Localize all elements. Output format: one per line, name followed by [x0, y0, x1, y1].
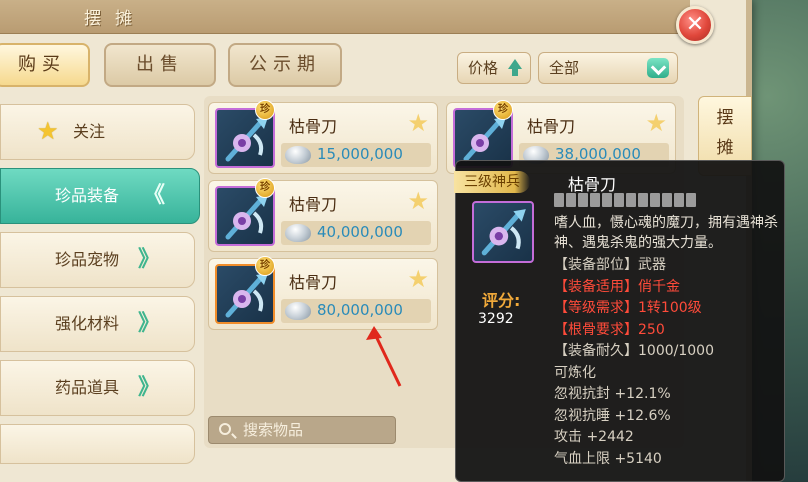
- window-title: 摆摊: [84, 9, 146, 29]
- sword-icon: [225, 273, 268, 318]
- star-icon[interactable]: ★: [645, 109, 667, 137]
- chevron-right-icon: 》: [137, 247, 160, 272]
- arrow-up-icon: [508, 59, 522, 76]
- item-name: 枯骨刀: [289, 273, 338, 292]
- tooltip-attribute-line: 可炼化: [554, 364, 596, 381]
- chevron-right-icon: 》: [137, 375, 160, 400]
- price-box: 15,000,000: [281, 143, 431, 167]
- item-card[interactable]: 珍 枯骨刀 ★ 80,000,000: [208, 256, 438, 330]
- category-item-rare-equipment[interactable]: 珍品装备 《: [0, 168, 200, 224]
- sword-icon: [481, 209, 526, 256]
- category-label: 药品道具: [55, 378, 120, 397]
- tooltip-attribute-line: 【装备适用】俏千金: [554, 278, 680, 295]
- chevron-down-icon: [647, 58, 669, 78]
- category-label: 珍品装备: [55, 186, 120, 205]
- close-button[interactable]: ✕: [676, 6, 714, 44]
- category-item-enhance-materials[interactable]: 强化材料 》: [0, 296, 195, 352]
- category-label: 关注: [73, 122, 106, 141]
- rare-badge: 珍: [255, 256, 275, 276]
- star-icon[interactable]: ★: [407, 187, 429, 215]
- tooltip-item-icon: [472, 201, 534, 263]
- item-tooltip: 三级神兵 枯骨刀 评分: 3292 嗜人血，慑心魂的魔刀，拥有遇神杀神、遇鬼杀鬼…: [454, 160, 785, 482]
- item-name: 枯骨刀: [527, 117, 576, 136]
- filter-value: 全部: [549, 59, 580, 77]
- tooltip-attribute-line: 【装备部位】武器: [554, 257, 666, 273]
- tooltip-details: 嗜人血，慑心魂的魔刀，拥有遇神杀神、遇鬼杀鬼的强大力量。 【装备部位】武器 【装备…: [554, 193, 780, 470]
- sort-label: 价格: [468, 59, 499, 77]
- tooltip-attribute-line: 【等级需求】1转100级: [554, 300, 702, 316]
- item-description: 嗜人血，慑心魂的魔刀，拥有遇神杀神、遇鬼杀鬼的强大力量。: [554, 215, 778, 251]
- tooltip-attribute-line: 攻击 +2442: [554, 429, 634, 445]
- tab-sell[interactable]: 出售: [104, 43, 216, 87]
- silver-ingot-icon: [285, 146, 311, 164]
- score-value: 3292: [478, 311, 514, 327]
- item-name: 枯骨刀: [289, 117, 338, 136]
- item-card[interactable]: 珍 枯骨刀 ★ 15,000,000: [208, 100, 438, 174]
- category-item-potions[interactable]: 药品道具 》: [0, 360, 195, 416]
- item-card[interactable]: 珍 枯骨刀 ★ 40,000,000: [208, 178, 438, 252]
- sword-icon: [225, 117, 268, 162]
- rare-badge: 珍: [255, 100, 275, 120]
- tooltip-item-name: 枯骨刀: [568, 175, 617, 194]
- search-icon: [219, 423, 231, 435]
- search-input[interactable]: 搜索物品: [208, 416, 396, 444]
- rank-tag: 三级神兵: [454, 171, 530, 193]
- score-label: 评分:: [482, 291, 521, 310]
- category-label: 强化材料: [55, 314, 120, 333]
- category-item-more[interactable]: [0, 424, 195, 464]
- sort-by-price-button[interactable]: 价格: [457, 52, 531, 84]
- filter-select[interactable]: 全部: [538, 52, 678, 84]
- silver-ingot-icon: [285, 224, 311, 242]
- item-price: 40,000,000: [317, 223, 403, 241]
- item-name: 枯骨刀: [289, 195, 338, 214]
- category-item-rare-pets[interactable]: 珍品宠物 》: [0, 232, 195, 288]
- sword-icon: [463, 117, 506, 162]
- tooltip-attribute-line: 气血上限 +5140: [554, 450, 662, 467]
- search-placeholder: 搜索物品: [243, 421, 304, 439]
- item-price: 15,000,000: [317, 145, 403, 163]
- rare-badge: 珍: [255, 178, 275, 198]
- tooltip-attribute-line: 【装备耐久】1000/1000: [554, 343, 714, 359]
- category-item-favorites[interactable]: ★ 关注: [0, 104, 195, 160]
- tab-announcement[interactable]: 公示期: [228, 43, 342, 87]
- side-tab-label: 摆摊: [716, 108, 734, 158]
- tooltip-attribute-line: 忽视抗睡 +12.6%: [554, 407, 671, 424]
- star-icon[interactable]: ★: [407, 109, 429, 137]
- tooltip-attribute-line: 忽视抗封 +12.1%: [554, 386, 671, 402]
- star-icon[interactable]: ★: [407, 265, 429, 293]
- category-list: ★ 关注 珍品装备 《 珍品宠物 》 强化材料 》 药品道具 》: [0, 96, 200, 482]
- star-icon: ★: [37, 117, 59, 145]
- rare-badge: 珍: [493, 100, 513, 120]
- silver-ingot-icon: [285, 302, 311, 320]
- refine-level-bar: [554, 193, 780, 209]
- tab-buy[interactable]: 购买: [0, 43, 90, 87]
- red-arrow-annotation: [366, 326, 402, 387]
- title-bar: 摆摊: [0, 0, 690, 34]
- price-box: 80,000,000: [281, 299, 431, 323]
- sword-icon: [225, 195, 268, 240]
- price-box: 40,000,000: [281, 221, 431, 245]
- item-price: 80,000,000: [317, 301, 403, 319]
- tooltip-attribute-line: 【根骨要求】250: [554, 321, 665, 338]
- chevron-right-icon: 》: [137, 311, 160, 336]
- category-label: 珍品宠物: [55, 250, 120, 269]
- chevron-left-icon: 《: [142, 183, 165, 208]
